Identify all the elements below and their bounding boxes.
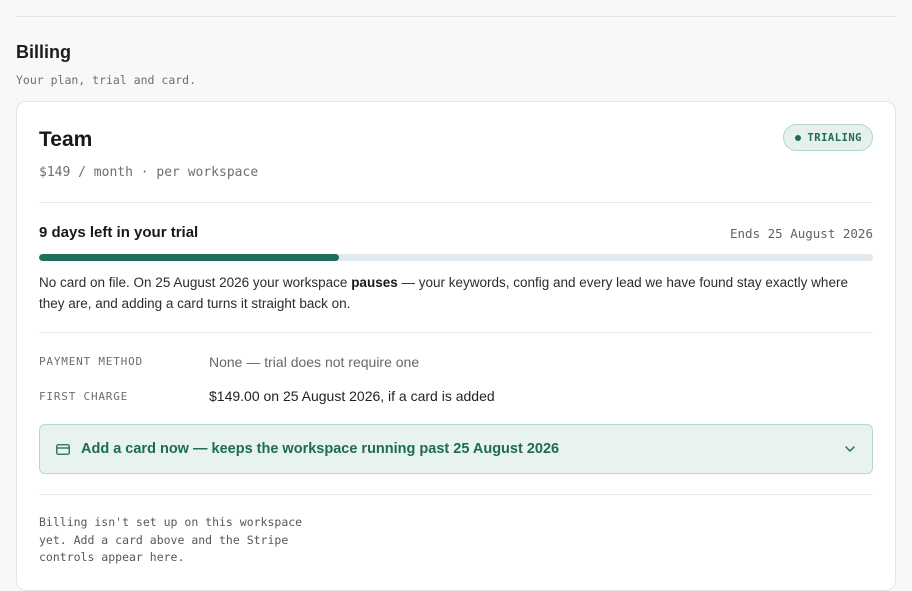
divider (39, 202, 873, 203)
section-title: Billing (16, 42, 71, 62)
payment-method-value: None — trial does not require one (209, 354, 420, 370)
trial-notice: No card on file. On 25 August 2026 your … (39, 272, 873, 314)
status-badge: TRIALING (783, 124, 873, 151)
status-dot-icon (795, 134, 802, 141)
trial-progress-bar (39, 254, 873, 261)
top-divider (16, 16, 895, 17)
notice-text-before: No card on file. On 25 August 2026 your … (39, 275, 352, 290)
billing-card: Team $149 / month · per workspace TRIALI… (16, 101, 896, 591)
add-card-button[interactable]: Add a card now — keeps the workspace run… (39, 424, 873, 474)
plan-name: Team (39, 128, 93, 151)
notice-emphasis: pauses (351, 275, 398, 290)
trial-end-date: Ends 25 August 2026 (730, 226, 873, 241)
trial-title: 9 days left in your trial (39, 224, 199, 241)
trial-progress-fill (39, 254, 340, 261)
section-subtitle: Your plan, trial and card. (16, 73, 197, 87)
divider (39, 332, 873, 333)
first-charge-label: FIRST CHARGE (39, 390, 129, 403)
chevron-down-icon (845, 446, 855, 452)
payment-method-label: PAYMENT METHOD (39, 355, 143, 368)
add-card-label: Add a card now — keeps the workspace run… (81, 441, 560, 457)
plan-price: $149 / month · per workspace (39, 165, 259, 180)
first-charge-value: $149.00 on 25 August 2026, if a card is … (209, 388, 495, 404)
divider (39, 494, 873, 495)
status-badge-label: TRIALING (807, 131, 862, 144)
credit-card-icon (56, 443, 70, 455)
billing-footnote: Billing isn't set up on this workspace y… (39, 515, 303, 564)
